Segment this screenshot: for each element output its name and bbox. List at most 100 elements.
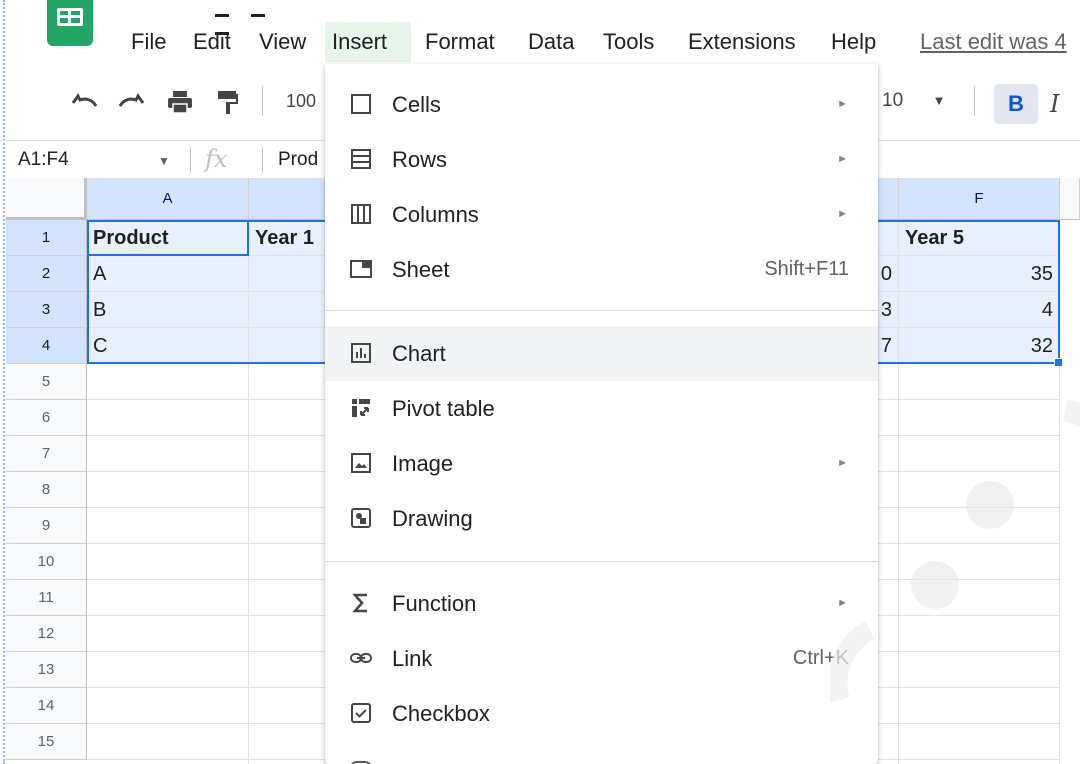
print-button[interactable] [162, 70, 198, 132]
row-header[interactable]: 12 [6, 616, 87, 652]
formula-input[interactable]: Prod [278, 141, 318, 179]
cell-f3[interactable]: 4 [899, 292, 1060, 328]
menu-insert[interactable]: Insert [325, 22, 411, 62]
menu-item-label: Sheet [392, 257, 450, 282]
redo-button[interactable] [114, 70, 150, 132]
menu-item-label: Columns [392, 202, 479, 227]
row-header[interactable]: 13 [6, 652, 87, 688]
zoom-select[interactable]: 100 [286, 70, 326, 132]
menu-format[interactable]: Format [418, 22, 502, 62]
row-header[interactable]: 14 [6, 688, 87, 724]
row-header[interactable]: 11 [6, 580, 87, 616]
menu-item-label: Rows [392, 147, 448, 172]
column-header-f[interactable]: F [899, 178, 1060, 220]
chart-icon [351, 343, 371, 363]
cell-f4[interactable]: 32 [899, 328, 1060, 364]
menu-extensions[interactable]: Extensions [681, 22, 803, 62]
menu-item-label: Link [392, 646, 433, 671]
rows-icon [351, 149, 371, 169]
row-header[interactable]: 5 [6, 364, 87, 400]
caret-down-icon: ▼ [932, 93, 946, 108]
bold-button[interactable]: B [994, 84, 1038, 124]
menu-view[interactable]: View [252, 22, 313, 62]
menu-tools[interactable]: Tools [596, 22, 661, 62]
row-header[interactable]: 7 [6, 436, 87, 472]
fx-icon: fx [205, 145, 228, 173]
menu-edit[interactable]: Edit [186, 22, 238, 62]
document-title[interactable] [215, 4, 305, 35]
menu-item-label: Chart [392, 341, 446, 366]
paint-format-button[interactable] [210, 70, 246, 132]
menu-file[interactable]: File [124, 22, 173, 62]
shortcut-label: Ctrl+K [792, 647, 849, 669]
insert-cells-item[interactable]: Cells ► [325, 77, 878, 132]
row-header[interactable]: 8 [6, 472, 87, 508]
columns-icon [351, 204, 371, 224]
row-header[interactable]: 15 [6, 724, 87, 760]
italic-button[interactable]: I [1050, 84, 1059, 124]
insert-dropdown-item-partial[interactable] [325, 741, 878, 764]
image-icon [351, 453, 371, 473]
select-all-corner[interactable] [6, 178, 87, 220]
cell-a2[interactable]: A [87, 256, 249, 292]
toolbar-divider [974, 86, 975, 116]
cell-f2[interactable]: 35 [899, 256, 1060, 292]
undo-icon [71, 93, 98, 108]
name-box[interactable]: A1:F4 [18, 141, 69, 179]
column-header-a[interactable]: A [87, 178, 249, 220]
row-header[interactable]: 10 [6, 544, 87, 580]
menu-item-label: Checkbox [392, 701, 490, 726]
insert-image-item[interactable]: Image ► [325, 436, 878, 491]
name-box-caret-icon[interactable]: ▼ [158, 151, 170, 171]
menu-bar: File Edit View Insert Format Data Tools … [0, 22, 1080, 62]
row-header[interactable]: 3 [6, 292, 87, 328]
cell-a1[interactable]: Product [87, 220, 249, 256]
menu-divider [325, 310, 878, 311]
insert-columns-item[interactable]: Columns ► [325, 187, 878, 242]
row-header[interactable]: 1 [6, 220, 87, 256]
submenu-arrow-icon: ► [837, 457, 848, 469]
redo-icon [118, 93, 145, 108]
cell-a3[interactable]: B [87, 292, 249, 328]
submenu-arrow-icon: ► [837, 208, 848, 220]
cells-icon [351, 94, 371, 114]
row-header[interactable]: 2 [6, 256, 87, 292]
insert-menu-dropdown: Cells ► Rows ► Columns ► Sheet Shift+F11… [325, 64, 878, 764]
insert-drawing-item[interactable]: Drawing [325, 491, 878, 546]
insert-function-item[interactable]: Function ► [325, 576, 878, 631]
submenu-arrow-icon: ► [837, 98, 848, 110]
row-header[interactable]: 4 [6, 328, 87, 364]
insert-checkbox-item[interactable]: Checkbox [325, 686, 878, 741]
column-header-g[interactable] [1060, 178, 1080, 220]
menu-help[interactable]: Help [824, 22, 883, 62]
pivot-table-icon [352, 399, 370, 417]
row-header[interactable]: 6 [6, 400, 87, 436]
menu-divider [325, 561, 878, 562]
menu-item-label: Cells [392, 92, 441, 117]
formula-divider [190, 147, 191, 173]
menu-item-label: Image [392, 451, 454, 476]
cell-a4[interactable]: C [87, 328, 249, 364]
menu-data[interactable]: Data [521, 22, 581, 62]
formula-divider [262, 147, 263, 173]
insert-pivot-table-item[interactable]: Pivot table [325, 381, 878, 436]
insert-rows-item[interactable]: Rows ► [325, 132, 878, 187]
menu-item-label: Pivot table [392, 396, 495, 421]
toolbar-divider [262, 86, 263, 116]
empty-cells-column-f[interactable] [899, 364, 1060, 764]
undo-button[interactable] [66, 70, 102, 132]
last-edit-link[interactable]: Last edit was 4 [920, 22, 1067, 62]
row-header[interactable]: 9 [6, 508, 87, 544]
checkbox-icon [351, 703, 371, 723]
menu-item-label: Function [392, 591, 477, 616]
font-size-dropdown[interactable]: ▼ [924, 70, 954, 132]
insert-chart-item[interactable]: Chart [325, 326, 878, 381]
fill-handle[interactable] [1054, 358, 1063, 367]
empty-cells-column-a[interactable] [87, 364, 249, 764]
link-icon [350, 653, 372, 663]
insert-link-item[interactable]: Link Ctrl+K [325, 631, 878, 686]
insert-sheet-item[interactable]: Sheet Shift+F11 [325, 242, 878, 297]
font-size-input[interactable]: 10 [882, 70, 922, 132]
sheet-icon [350, 260, 372, 278]
cell-f1[interactable]: Year 5 [899, 220, 1060, 256]
